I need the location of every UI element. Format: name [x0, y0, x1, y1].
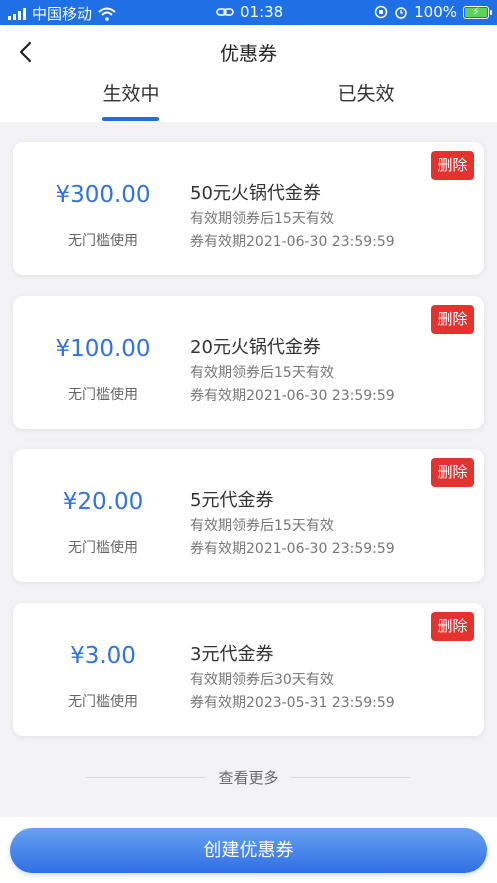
coupon-expiry: 券有效期2021-06-30 23:59:59 [190, 234, 395, 250]
coupon-threshold: 无门槛使用 [68, 540, 138, 556]
header: 优惠券 生效中 已失效 [0, 25, 497, 122]
coupon-threshold: 无门槛使用 [68, 694, 138, 710]
coupon-name: 50元火锅代金券 [190, 183, 321, 204]
battery-icon: ⚡ [463, 5, 492, 19]
coupon-validity: 有效期领券后15天有效 [190, 365, 334, 381]
delete-button[interactable]: 删除 [431, 151, 474, 180]
coupon-name: 20元火锅代金券 [190, 337, 321, 358]
alarm-icon [395, 7, 407, 19]
see-more-label: 查看更多 [218, 769, 279, 787]
coupon-validity: 有效期领券后15天有效 [190, 518, 334, 534]
coupon-validity: 有效期领券后30天有效 [190, 672, 334, 688]
wifi-icon [98, 7, 116, 21]
coupon-expiry: 券有效期2021-06-30 23:59:59 [190, 541, 395, 557]
tab-active[interactable]: 生效中 [31, 79, 231, 106]
coupon-threshold: 无门槛使用 [68, 233, 138, 249]
time-label: 01:38 [240, 3, 284, 21]
coupon-price: ¥20.00 [62, 489, 144, 515]
coupon-name: 5元代金券 [190, 490, 274, 511]
carrier-label: 中国移动 [32, 5, 93, 23]
coupon-card: ¥300.00 无门槛使用 50元火锅代金券 有效期领券后15天有效 券有效期2… [13, 142, 484, 275]
battery-percent: 100% [414, 3, 457, 21]
coupon-card: ¥20.00 无门槛使用 5元代金券 有效期领券后15天有效 券有效期2021-… [13, 449, 484, 582]
coupon-expiry: 券有效期2023-05-31 23:59:59 [190, 695, 395, 711]
coupon-price: ¥100.00 [55, 336, 151, 362]
delete-button[interactable]: 删除 [431, 305, 474, 334]
status-bar: 中国移动 01:38 100% ⚡ [0, 0, 497, 25]
page-title: 优惠券 [219, 43, 277, 65]
create-coupon-button[interactable]: 创建优惠券 [10, 828, 487, 873]
screen: 中国移动 01:38 100% ⚡ 优惠券 生效中 已失效 ¥300.00 无门… [0, 0, 497, 883]
see-more[interactable]: 查看更多 [0, 765, 497, 789]
coupon-card: ¥100.00 无门槛使用 20元火锅代金券 有效期领券后15天有效 券有效期2… [13, 296, 484, 429]
signal-icon [8, 7, 26, 20]
coupon-card: ¥3.00 无门槛使用 3元代金券 有效期领券后30天有效 券有效期2023-0… [13, 603, 484, 736]
coupon-price: ¥3.00 [70, 643, 136, 669]
coupon-name: 3元代金券 [190, 644, 274, 665]
link-icon [216, 8, 234, 16]
coupon-expiry: 券有效期2021-06-30 23:59:59 [190, 388, 395, 404]
delete-button[interactable]: 删除 [431, 612, 474, 641]
coupon-price: ¥300.00 [55, 182, 151, 208]
orientation-lock-icon [374, 5, 388, 19]
coupon-threshold: 无门槛使用 [68, 387, 138, 403]
tab-indicator [102, 117, 159, 121]
delete-button[interactable]: 删除 [431, 458, 474, 487]
tab-expired[interactable]: 已失效 [266, 79, 466, 106]
coupon-validity: 有效期领券后15天有效 [190, 211, 334, 227]
